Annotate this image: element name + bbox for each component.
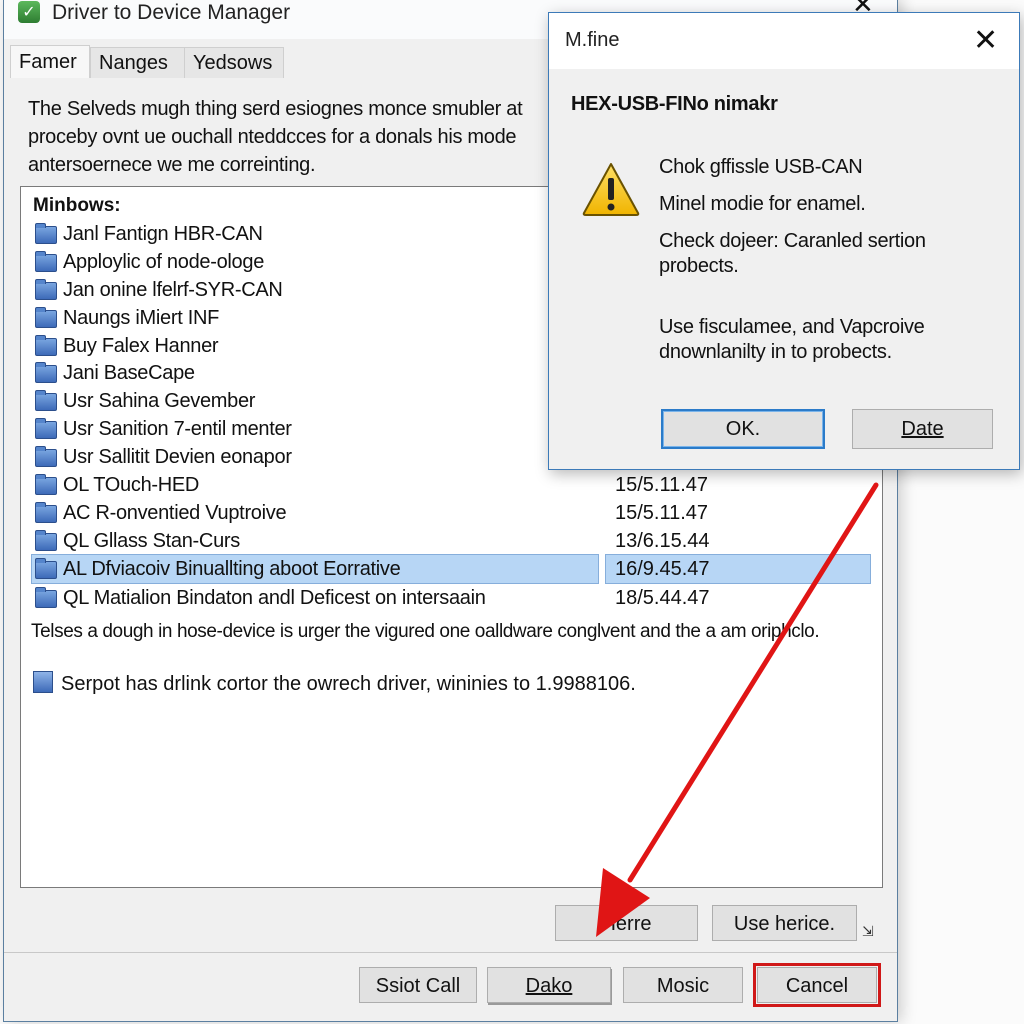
folder-icon [35,251,57,272]
item-name: OL TOuch-HED [63,474,200,496]
date-button[interactable]: Date [852,409,993,449]
warning-icon [582,163,640,216]
folder-icon [35,390,57,411]
folder-icon [35,587,57,608]
folder-icon [35,335,57,356]
folder-icon [35,558,57,579]
item-name: AL Dfviacoiv Binuallting aboot Eorrative [63,558,401,580]
item-name: Naungs iMiert INF [63,307,220,329]
warning-dialog: M.fine ✕ HEX-USB-FINo nimakr Chok gffiss… [548,12,1020,470]
item-date: 15/5.11.47 [615,502,709,524]
list-item-selected[interactable]: AL Dfviacoiv Binuallting aboot Eorrative… [31,554,871,584]
folder-icon [35,502,57,523]
ok-button[interactable]: OK. [661,409,825,449]
start-call-button[interactable]: Ssiot Call [359,967,477,1003]
item-name: QL Gllass Stan-Curs [63,530,240,552]
item-date: 18/5.44.47 [615,587,710,609]
item-name: Jani BaseCape [63,362,195,384]
driver-note: Serpot has drlink cortor the owrech driv… [33,671,636,697]
tab-famer[interactable]: Famer [10,45,90,78]
item-name: AC R-onventied Vuptroive [63,502,287,524]
item-date: 15/5.11.47 [615,474,709,496]
folder-icon [35,223,57,244]
item-name: Usr Sallitit Devien eonapor [63,446,292,468]
driver-note-text: Serpot has drlink cortor the owrech driv… [61,673,636,695]
item-name: Janl Fantign HBR-CAN [63,223,263,245]
mosic-button[interactable]: Mosic [623,967,743,1003]
item-date: 16/9.45.47 [615,558,710,580]
dako-label: Dako [525,975,573,997]
folder-icon [35,474,57,495]
file-icon [33,671,53,693]
list-item[interactable]: OL TOuch-HED 15/5.11.47 [31,472,871,498]
item-name: Apploylic of node-ologe [63,251,265,273]
list-description: Telses a dough in hose-device is urger t… [31,621,820,642]
folder-icon [35,530,57,551]
list-item[interactable]: QL Gllass Stan-Curs 13/6.15.44 [31,528,871,554]
tab-nanges[interactable]: Nanges [90,47,186,78]
intro-line: antersoernece we me correinting. [28,154,316,176]
folder-icon [35,279,57,300]
close-icon[interactable]: ✕ [973,23,998,58]
item-name: Jan onine lfelrf-SYR-CAN [63,279,283,301]
footer-separator [4,952,897,953]
intro-line: proceby ovnt ue ouchall nteddcces for a … [28,126,517,148]
cancel-button[interactable]: Cancel [753,963,881,1007]
dialog-line: Use fisculamee, and Vapcroive dnownlanil… [659,316,925,363]
dialog-line: Minel modie for enamel. [659,193,866,215]
dialog-title-bar: M.fine ✕ [549,13,1019,69]
list-header: Minbows: [33,195,121,216]
use-here-button[interactable]: Use herice. [712,905,857,941]
dialog-heading: HEX-USB-FINo nimakr [571,93,778,115]
dialog-message: Chok gffissle USB-CAN Minel modie for en… [659,155,999,377]
item-name: Usr Sanition 7-entil menter [63,418,292,440]
item-name: Usr Sahina Gevember [63,390,256,412]
dialog-line: Check dojeer: Caranled sertion probects. [659,230,926,277]
resize-grip-icon[interactable]: ⇲ [862,923,874,940]
dialog-title: M.fine [565,29,620,51]
folder-icon [35,418,57,439]
tab-yedsows[interactable]: Yedsows [184,47,284,78]
list-item[interactable]: QL Matialion Bindaton andl Deficest on i… [31,585,871,611]
list-item[interactable]: AC R-onventied Vuptroive 15/5.11.47 [31,500,871,526]
folder-icon [35,362,57,383]
here-button[interactable]: Herre [555,905,698,941]
dako-button[interactable]: Dako [487,967,611,1003]
folder-icon [35,446,57,467]
item-name: Buy Falex Hanner [63,335,219,357]
intro-text: The Selveds mugh thing serd esiognes mon… [28,95,568,179]
date-label: Date [901,418,944,440]
folder-icon [35,307,57,328]
item-name: QL Matialion Bindaton andl Deficest on i… [63,587,486,609]
intro-line: The Selveds mugh thing serd esiognes mon… [28,98,523,120]
dialog-line: Chok gffissle USB-CAN [659,156,863,178]
item-date: 13/6.15.44 [615,530,710,552]
window-title: Driver to Device Manager [52,1,291,24]
checkmark-shield-icon: ✓ [18,1,40,23]
